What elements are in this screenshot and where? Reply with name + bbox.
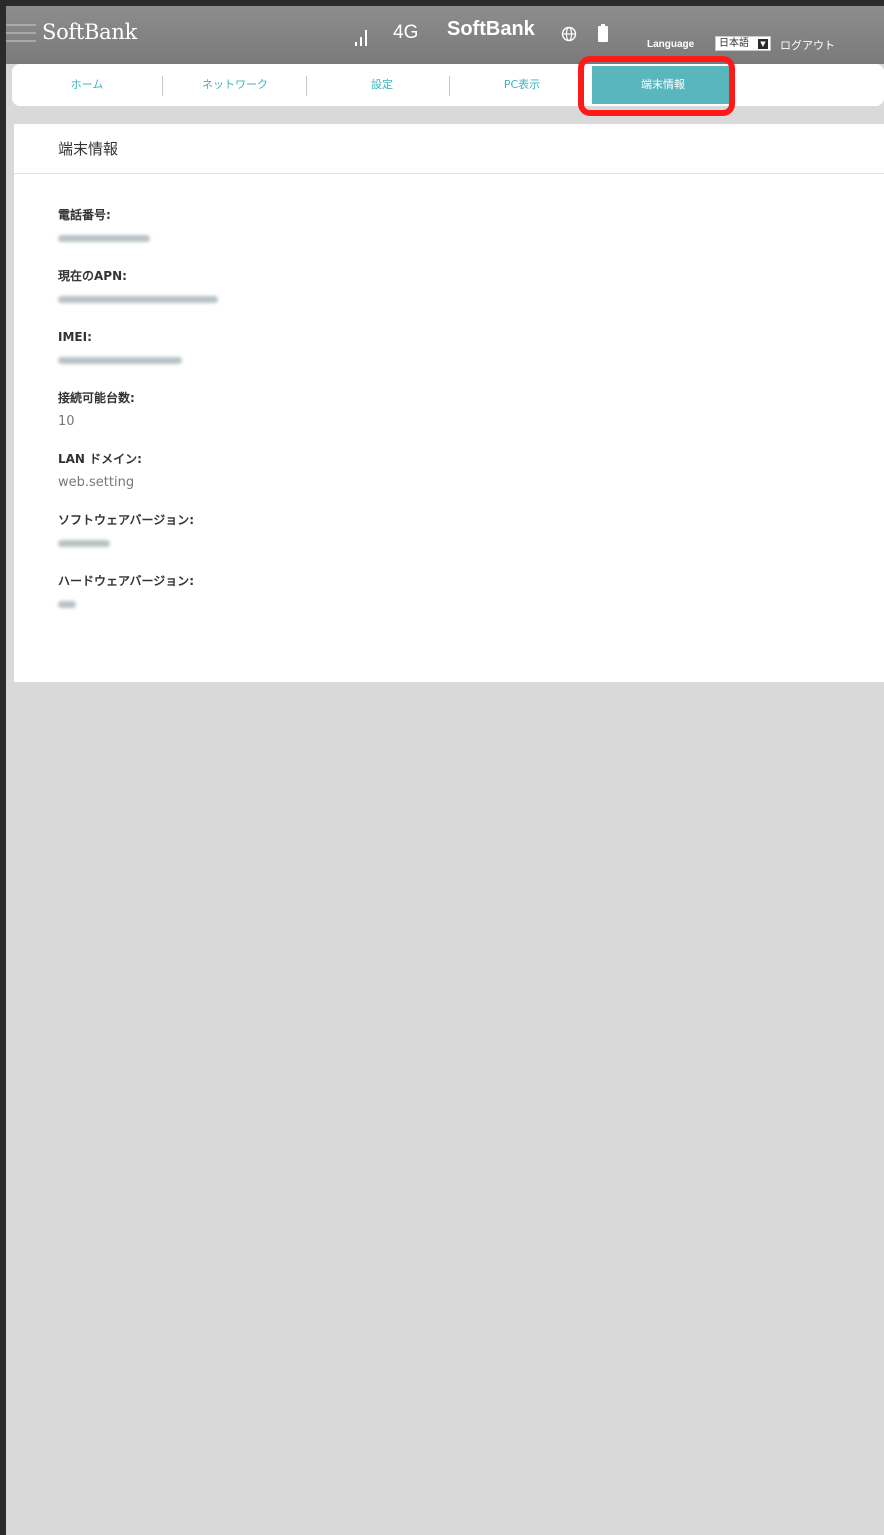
field-label: ハードウェアバージョン:	[58, 574, 195, 588]
language-label: Language	[647, 39, 695, 50]
tab-home[interactable]: ホーム	[32, 73, 142, 97]
software-version-field: ソフトウェアバージョン:	[58, 511, 194, 553]
redacted-value	[58, 540, 110, 547]
menu-icon[interactable]	[6, 24, 36, 46]
redacted-value	[58, 296, 218, 303]
language-select-value: 日本語	[719, 38, 749, 49]
field-label: ソフトウェアバージョン:	[58, 513, 195, 527]
field-label: 現在のAPN:	[58, 269, 127, 283]
field-value: web.setting	[58, 475, 135, 490]
tab-network[interactable]: ネットワーク	[180, 73, 290, 97]
tab-divider	[306, 76, 307, 96]
brand-logo: SoftBank	[42, 20, 138, 44]
redacted-value	[58, 235, 150, 242]
field-value	[58, 352, 182, 370]
tab-pc-view[interactable]: PC表示	[467, 73, 577, 97]
device-info-card: 端末情報 電話番号: 現在のAPN: IMEI: 接続可能台数: 10 LAN …	[14, 124, 884, 682]
battery-icon	[598, 24, 608, 42]
redacted-value	[58, 601, 76, 608]
apn-field: 現在のAPN:	[58, 267, 218, 309]
field-label: LAN ドメイン:	[58, 452, 142, 466]
language-select[interactable]: 日本語 ▼	[715, 36, 771, 51]
field-value	[58, 596, 194, 614]
hardware-version-field: ハードウェアバージョン:	[58, 572, 194, 614]
phone-number-field: 電話番号:	[58, 206, 150, 248]
tab-divider	[449, 76, 450, 96]
top-bar: SoftBank 4G SoftBank Language 日本語 ▼ ログアウ…	[6, 6, 884, 64]
page-title: 端末情報	[14, 124, 884, 174]
field-value	[58, 291, 218, 309]
highlight-box	[578, 56, 735, 116]
carrier-name: SoftBank	[447, 18, 535, 40]
max-connections-field: 接続可能台数: 10	[58, 389, 135, 431]
field-label: 接続可能台数:	[58, 391, 135, 405]
tab-divider	[162, 76, 163, 96]
field-label: 電話番号:	[58, 208, 111, 222]
chevron-down-icon: ▼	[758, 39, 768, 49]
main-nav: ホーム ネットワーク 設定 PC表示 端末情報	[12, 64, 884, 106]
network-type: 4G	[393, 22, 419, 43]
signal-icon	[355, 26, 373, 46]
app-frame: SoftBank 4G SoftBank Language 日本語 ▼ ログアウ…	[0, 0, 884, 1535]
field-label: IMEI:	[58, 330, 92, 344]
tab-settings[interactable]: 設定	[322, 73, 442, 97]
field-value: 10	[58, 414, 75, 429]
lan-domain-field: LAN ドメイン: web.setting	[58, 450, 142, 492]
globe-icon	[561, 26, 577, 42]
field-value	[58, 535, 194, 553]
imei-field: IMEI:	[58, 328, 182, 370]
logout-link[interactable]: ログアウト	[780, 37, 835, 53]
field-value	[58, 230, 150, 248]
redacted-value	[58, 357, 182, 364]
